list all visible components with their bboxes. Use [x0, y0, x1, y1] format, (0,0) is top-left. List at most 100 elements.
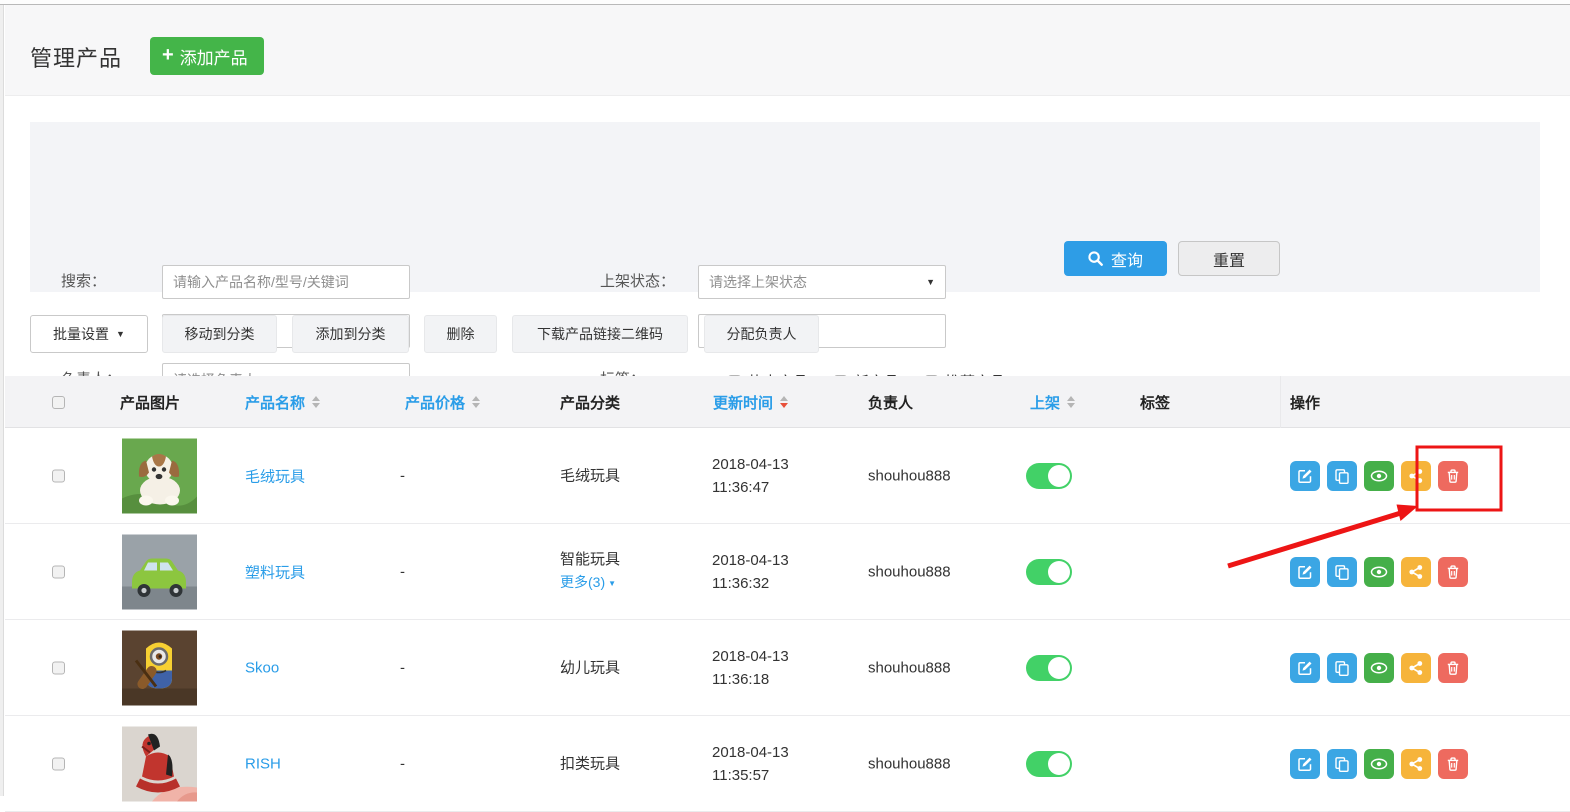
collapsed-sidebar-rail — [0, 5, 4, 796]
add-product-button[interactable]: + 添加产品 — [150, 37, 264, 75]
product-name-link[interactable]: 塑料玩具 — [245, 561, 305, 582]
eye-icon — [1370, 468, 1388, 484]
copy-button[interactable] — [1327, 653, 1357, 683]
trash-icon — [1445, 660, 1461, 676]
header-product-category: 产品分类 — [560, 376, 620, 428]
share-icon — [1408, 756, 1424, 772]
row-checkbox[interactable] — [52, 565, 65, 578]
owner-name: shouhou888 — [868, 467, 951, 484]
share-button[interactable] — [1401, 749, 1431, 779]
reset-button[interactable]: 重置 — [1178, 241, 1280, 276]
toggle-knob — [1048, 561, 1070, 583]
toggle-knob — [1048, 657, 1070, 679]
assign-owner-button[interactable]: 分配负责人 — [704, 315, 819, 353]
share-icon — [1408, 468, 1424, 484]
row-actions — [1290, 461, 1468, 491]
header-update-time[interactable]: 更新时间 — [713, 376, 788, 428]
delete-row-button[interactable] — [1438, 749, 1468, 779]
search-label: 搜索： — [61, 265, 106, 299]
edit-button[interactable] — [1290, 557, 1320, 587]
delete-row-button[interactable] — [1438, 653, 1468, 683]
query-button[interactable]: 查询 — [1064, 241, 1167, 276]
delete-button[interactable]: 删除 — [424, 315, 497, 353]
view-button[interactable] — [1364, 461, 1394, 491]
edit-button[interactable] — [1290, 461, 1320, 491]
product-name-link[interactable]: Skoo — [245, 659, 279, 676]
owner-name: shouhou888 — [868, 659, 951, 676]
row-checkbox[interactable] — [52, 469, 65, 482]
update-time: 2018-04-13 11:35:57 — [712, 741, 789, 787]
sort-icon — [1067, 396, 1075, 408]
product-name-link[interactable]: 毛绒玩具 — [245, 465, 305, 486]
update-date-text: 2018-04-13 — [712, 741, 789, 764]
add-product-label: 添加产品 — [180, 44, 248, 69]
search-input[interactable] — [162, 265, 410, 299]
plus-icon: + — [162, 45, 174, 65]
table-row: Skoo - 幼儿玩具 2018-04-13 11:36:18 shouhou8… — [5, 620, 1570, 716]
view-button[interactable] — [1364, 749, 1394, 779]
delete-row-button[interactable] — [1438, 461, 1468, 491]
product-category: 扣类玩具 — [560, 752, 620, 775]
edit-button[interactable] — [1290, 653, 1320, 683]
onsale-toggle[interactable] — [1026, 559, 1072, 585]
header-tags: 标签 — [1140, 376, 1170, 428]
share-button[interactable] — [1401, 653, 1431, 683]
header-onsale[interactable]: 上架 — [1030, 376, 1075, 428]
copy-button[interactable] — [1327, 461, 1357, 491]
share-button[interactable] — [1401, 557, 1431, 587]
update-time: 2018-04-13 11:36:18 — [712, 645, 789, 691]
header-label: 上架 — [1030, 392, 1060, 413]
header-product-price[interactable]: 产品价格 — [405, 376, 480, 428]
download-qrcode-button[interactable]: 下载产品链接二维码 — [512, 315, 688, 353]
row-checkbox[interactable] — [52, 661, 65, 674]
toggle-knob — [1048, 753, 1070, 775]
header-product-name[interactable]: 产品名称 — [245, 376, 320, 428]
select-all-checkbox[interactable] — [52, 396, 65, 409]
copy-button[interactable] — [1327, 557, 1357, 587]
header-label: 更新时间 — [713, 392, 773, 413]
update-time-text: 11:36:32 — [712, 572, 789, 595]
batch-settings-button[interactable]: 批量设置 ▼ — [30, 315, 148, 353]
copy-icon — [1334, 564, 1350, 580]
product-category: 幼儿玩具 — [560, 656, 620, 679]
trash-icon — [1445, 564, 1461, 580]
copy-icon — [1334, 756, 1350, 772]
copy-button[interactable] — [1327, 749, 1357, 779]
row-checkbox[interactable] — [52, 757, 65, 770]
category-text: 扣类玩具 — [560, 752, 620, 775]
edit-icon — [1297, 564, 1313, 580]
edit-icon — [1297, 660, 1313, 676]
share-button[interactable] — [1401, 461, 1431, 491]
edit-icon — [1297, 756, 1313, 772]
search-icon — [1088, 251, 1103, 266]
product-price: - — [400, 755, 405, 772]
product-price: - — [400, 467, 405, 484]
move-to-category-button[interactable]: 移动到分类 — [162, 315, 277, 353]
update-time: 2018-04-13 11:36:32 — [712, 549, 789, 595]
update-date-text: 2018-04-13 — [712, 453, 789, 476]
view-button[interactable] — [1364, 557, 1394, 587]
update-date-text: 2018-04-13 — [712, 549, 789, 572]
trash-icon — [1445, 468, 1461, 484]
onsale-toggle[interactable] — [1026, 655, 1072, 681]
add-to-category-button[interactable]: 添加到分类 — [292, 315, 409, 353]
product-name-link[interactable]: RISH — [245, 755, 281, 772]
sort-icon — [472, 396, 480, 408]
view-button[interactable] — [1364, 653, 1394, 683]
eye-icon — [1370, 756, 1388, 772]
product-price: - — [400, 659, 405, 676]
update-date-text: 2018-04-13 — [712, 645, 789, 668]
update-time-text: 11:36:47 — [712, 476, 789, 499]
onsale-toggle[interactable] — [1026, 751, 1072, 777]
more-categories-link[interactable]: 更多(3) — [560, 571, 616, 596]
share-icon — [1408, 564, 1424, 580]
copy-icon — [1334, 660, 1350, 676]
status-select[interactable]: 请选择上架状态 ▼ — [698, 265, 946, 299]
header-label: 产品名称 — [245, 392, 305, 413]
onsale-toggle[interactable] — [1026, 463, 1072, 489]
page-title: 管理产品 — [30, 41, 122, 73]
edit-button[interactable] — [1290, 749, 1320, 779]
delete-row-button[interactable] — [1438, 557, 1468, 587]
header-actions: 操作 — [1290, 376, 1320, 428]
filter-panel: 搜索： 分类： 请选择产品分类 ▼ 负责人： 请选择负责人 ▼ 上架状态： 请选… — [30, 122, 1540, 292]
